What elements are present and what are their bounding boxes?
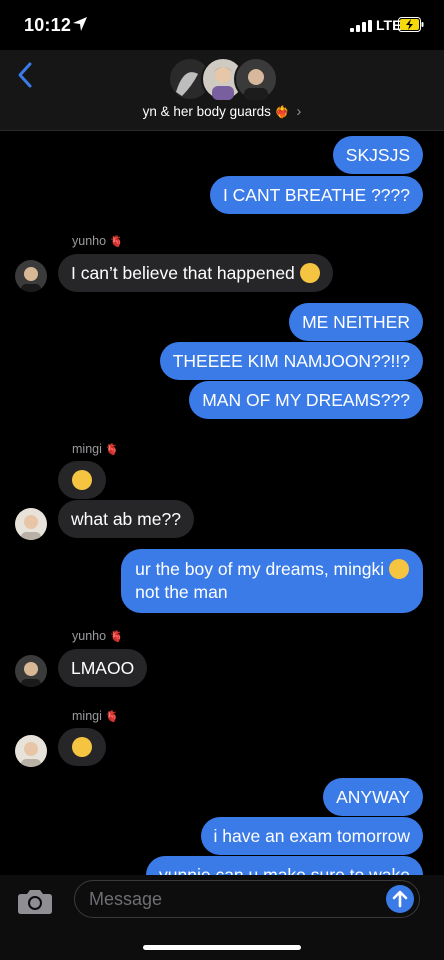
status-bar: 10:12 LTE xyxy=(0,0,444,50)
heart-emoji: 🫀 xyxy=(109,236,124,248)
cellular-signal-icon xyxy=(350,20,372,32)
incoming-message[interactable] xyxy=(58,728,106,766)
outgoing-message[interactable]: yunnie can u make sure to wake xyxy=(146,856,423,875)
message-list[interactable]: SKJSJS I CANT BREATHE ???? yunho 🫀 I can… xyxy=(0,131,444,875)
heart-emoji: 🫀 xyxy=(105,444,120,456)
heart-emoji: 🫀 xyxy=(109,631,124,643)
status-time: 10:12 xyxy=(24,15,72,35)
chevron-right-icon: › xyxy=(296,103,302,120)
incoming-message[interactable]: what ab me?? xyxy=(58,500,194,538)
heart-emoji: 🫀 xyxy=(105,711,120,723)
sender-name: yunho 🫀 xyxy=(72,629,124,643)
sender-name: mingi 🫀 xyxy=(72,709,120,723)
message-input[interactable]: Message xyxy=(74,880,420,918)
outgoing-message[interactable]: MAN OF MY DREAMS??? xyxy=(189,381,423,419)
pleading-face-emoji xyxy=(389,559,409,579)
outgoing-message[interactable]: ANYWAY xyxy=(323,778,423,816)
message-placeholder: Message xyxy=(89,889,163,909)
incoming-message[interactable] xyxy=(58,461,106,499)
anguished-face-emoji xyxy=(72,737,92,757)
avatar-mingi[interactable] xyxy=(15,508,47,540)
arrow-up-icon xyxy=(392,890,408,908)
home-indicator[interactable] xyxy=(143,945,301,950)
pleading-face-emoji xyxy=(72,470,92,490)
group-name-button[interactable]: yn & her body guards ❤️‍🔥 › xyxy=(0,103,444,120)
outgoing-message[interactable]: i have an exam tomorrow xyxy=(200,817,423,855)
compose-bar: Message xyxy=(0,875,444,960)
back-chevron-icon[interactable] xyxy=(14,60,36,90)
camera-icon[interactable] xyxy=(17,887,53,915)
avatar-yunho[interactable] xyxy=(15,260,47,292)
conversation-header: yn & her body guards ❤️‍🔥 › xyxy=(0,50,444,131)
incoming-message[interactable]: I can’t believe that happened xyxy=(58,254,333,292)
outgoing-message[interactable]: ur the boy of my dreams, mingki not the … xyxy=(121,549,423,613)
heart-on-fire-emoji: ❤️‍🔥 xyxy=(274,105,290,119)
outgoing-message[interactable]: I CANT BREATHE ???? xyxy=(209,176,423,214)
battery-charging-icon xyxy=(398,17,424,32)
avatar-mingi[interactable] xyxy=(15,735,47,767)
incoming-message[interactable]: LMAOO xyxy=(58,649,148,687)
outgoing-message[interactable]: ME NEITHER xyxy=(289,303,423,341)
group-name: yn & her body guards xyxy=(142,104,271,119)
sender-name: mingi 🫀 xyxy=(72,442,120,456)
sender-name: yunho 🫀 xyxy=(72,234,124,248)
crying-face-emoji xyxy=(299,263,320,283)
avatar-yunho[interactable] xyxy=(15,655,47,687)
group-avatars[interactable] xyxy=(168,56,278,102)
outgoing-message[interactable]: SKJSJS xyxy=(332,136,423,174)
location-arrow-icon xyxy=(73,17,87,31)
outgoing-message[interactable]: THEEEE KIM NAMJOON??!!? xyxy=(159,342,423,380)
send-button[interactable] xyxy=(386,885,414,913)
